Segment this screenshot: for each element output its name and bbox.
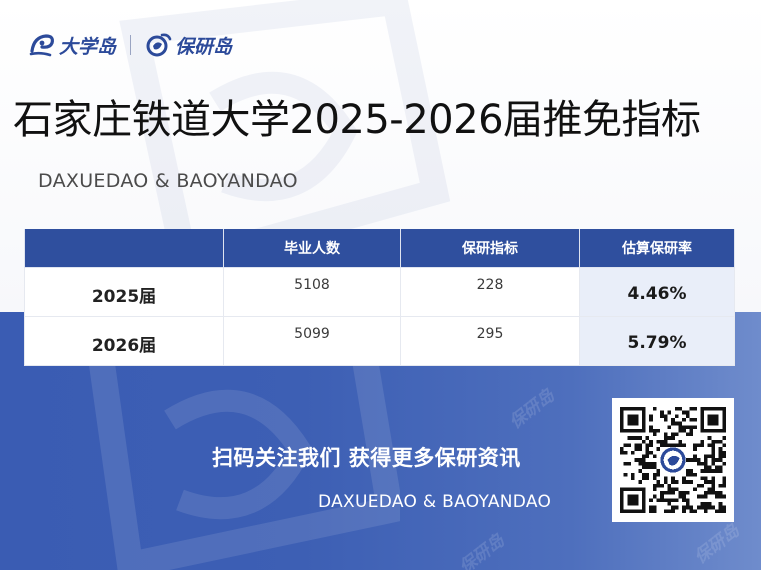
- cta-text: 扫码关注我们 获得更多保研资讯: [212, 446, 521, 470]
- daxuedao-logo-text: 大学岛: [59, 35, 117, 58]
- row-quota: 295: [400, 316, 580, 366]
- quota-table-container: 毕业人数 保研指标 估算保研率 2025届 5108 228 4.46% 202…: [24, 229, 735, 366]
- table-header-cell: [24, 229, 224, 268]
- cta-subtext: DAXUEDAO & BAOYANDAO: [318, 492, 552, 512]
- qr-code-icon: [620, 407, 726, 513]
- baoyandao-logo-icon: [146, 33, 172, 57]
- page-subtitle: DAXUEDAO & BAOYANDAO: [38, 170, 298, 192]
- baoyandao-logo-text: 保研岛: [175, 35, 233, 58]
- qr-code[interactable]: [612, 398, 734, 522]
- row-rate: 5.79%: [579, 316, 735, 366]
- logo-separator: [130, 35, 132, 55]
- row-quota: 228: [400, 267, 580, 317]
- poster: 大学岛 保研岛 石家庄铁道大学2025-2026届推免指标 DAXUEDAO &…: [0, 0, 761, 570]
- row-year: 2025届: [24, 267, 224, 317]
- page-title: 石家庄铁道大学2025-2026届推免指标: [13, 97, 701, 143]
- daxuedao-logo-icon: [29, 34, 54, 57]
- row-rate: 4.46%: [579, 267, 735, 317]
- row-year: 2026届: [24, 316, 224, 366]
- table-row: 2025届 5108 228 4.46%: [24, 267, 735, 317]
- row-graduates: 5108: [223, 267, 401, 317]
- logo-row: 大学岛 保研岛: [28, 29, 232, 61]
- table-header-quota: 保研指标: [400, 229, 580, 268]
- table-row: 2026届 5099 295 5.79%: [24, 316, 735, 366]
- table-header-row: 毕业人数 保研指标 估算保研率: [24, 229, 735, 268]
- table-header-graduates: 毕业人数: [223, 229, 401, 268]
- quota-table: 毕业人数 保研指标 估算保研率 2025届 5108 228 4.46% 202…: [24, 229, 735, 366]
- table-header-rate: 估算保研率: [579, 229, 735, 268]
- row-graduates: 5099: [223, 316, 401, 366]
